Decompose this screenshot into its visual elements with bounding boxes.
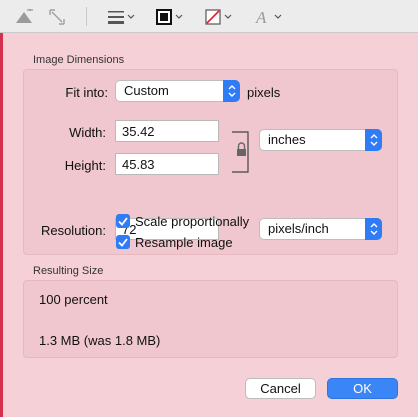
border-color-icon[interactable]	[156, 6, 183, 28]
width-label: Width:	[69, 125, 106, 140]
svg-text:A: A	[255, 8, 267, 26]
fit-into-label: Fit into:	[65, 85, 108, 100]
checkmark-icon	[118, 237, 128, 247]
image-dimensions-title: Image Dimensions	[33, 54, 125, 66]
toolbar-divider	[86, 7, 87, 26]
resample-image-checkbox[interactable]	[116, 235, 130, 249]
fit-into-value: Custom	[124, 83, 169, 98]
chevron-down-icon	[127, 14, 135, 19]
adjust-size-sheet: Image Dimensions Fit into: Custom pixels…	[3, 33, 418, 417]
ok-button[interactable]: OK	[327, 378, 398, 399]
fit-into-unit: pixels	[247, 85, 281, 100]
text-style-icon[interactable]: A	[255, 6, 282, 28]
size-unit-popup[interactable]: inches	[259, 129, 382, 151]
size-unit-value: inches	[268, 132, 306, 147]
checkmark-icon	[118, 216, 128, 226]
resolution-label: Resolution:	[40, 223, 106, 238]
result-filesize: 1.3 MB (was 1.8 MB)	[39, 333, 161, 348]
markup-toolbar: A	[0, 0, 418, 33]
resulting-size-group: 100 percent 1.3 MB (was 1.8 MB)	[23, 280, 398, 358]
fit-into-popup[interactable]: Custom	[115, 80, 240, 102]
result-percent: 100 percent	[39, 292, 108, 307]
resolution-unit-popup[interactable]: pixels/inch	[259, 218, 382, 240]
instant-alpha-icon[interactable]	[13, 6, 35, 28]
popup-stepper-icon	[365, 218, 382, 240]
chevron-down-icon	[224, 14, 232, 19]
cancel-button[interactable]: Cancel	[245, 378, 316, 399]
line-style-icon[interactable]	[108, 6, 135, 28]
resolution-unit-value: pixels/inch	[268, 221, 329, 236]
height-field[interactable]	[115, 153, 219, 175]
lock-icon[interactable]	[232, 131, 254, 173]
chevron-down-icon	[175, 14, 183, 19]
width-field[interactable]	[115, 120, 219, 142]
chevron-down-icon	[274, 14, 282, 19]
popup-stepper-icon	[223, 80, 240, 102]
resulting-size-title: Resulting Size	[33, 265, 104, 277]
scale-proportionally-checkbox[interactable]	[116, 214, 130, 228]
fill-color-icon[interactable]	[205, 6, 232, 28]
crop-icon[interactable]	[48, 6, 66, 28]
height-label: Height:	[64, 158, 106, 173]
resample-image-label[interactable]: Resample image	[135, 235, 233, 250]
scale-proportionally-label[interactable]: Scale proportionally	[135, 214, 249, 229]
popup-stepper-icon	[365, 129, 382, 151]
